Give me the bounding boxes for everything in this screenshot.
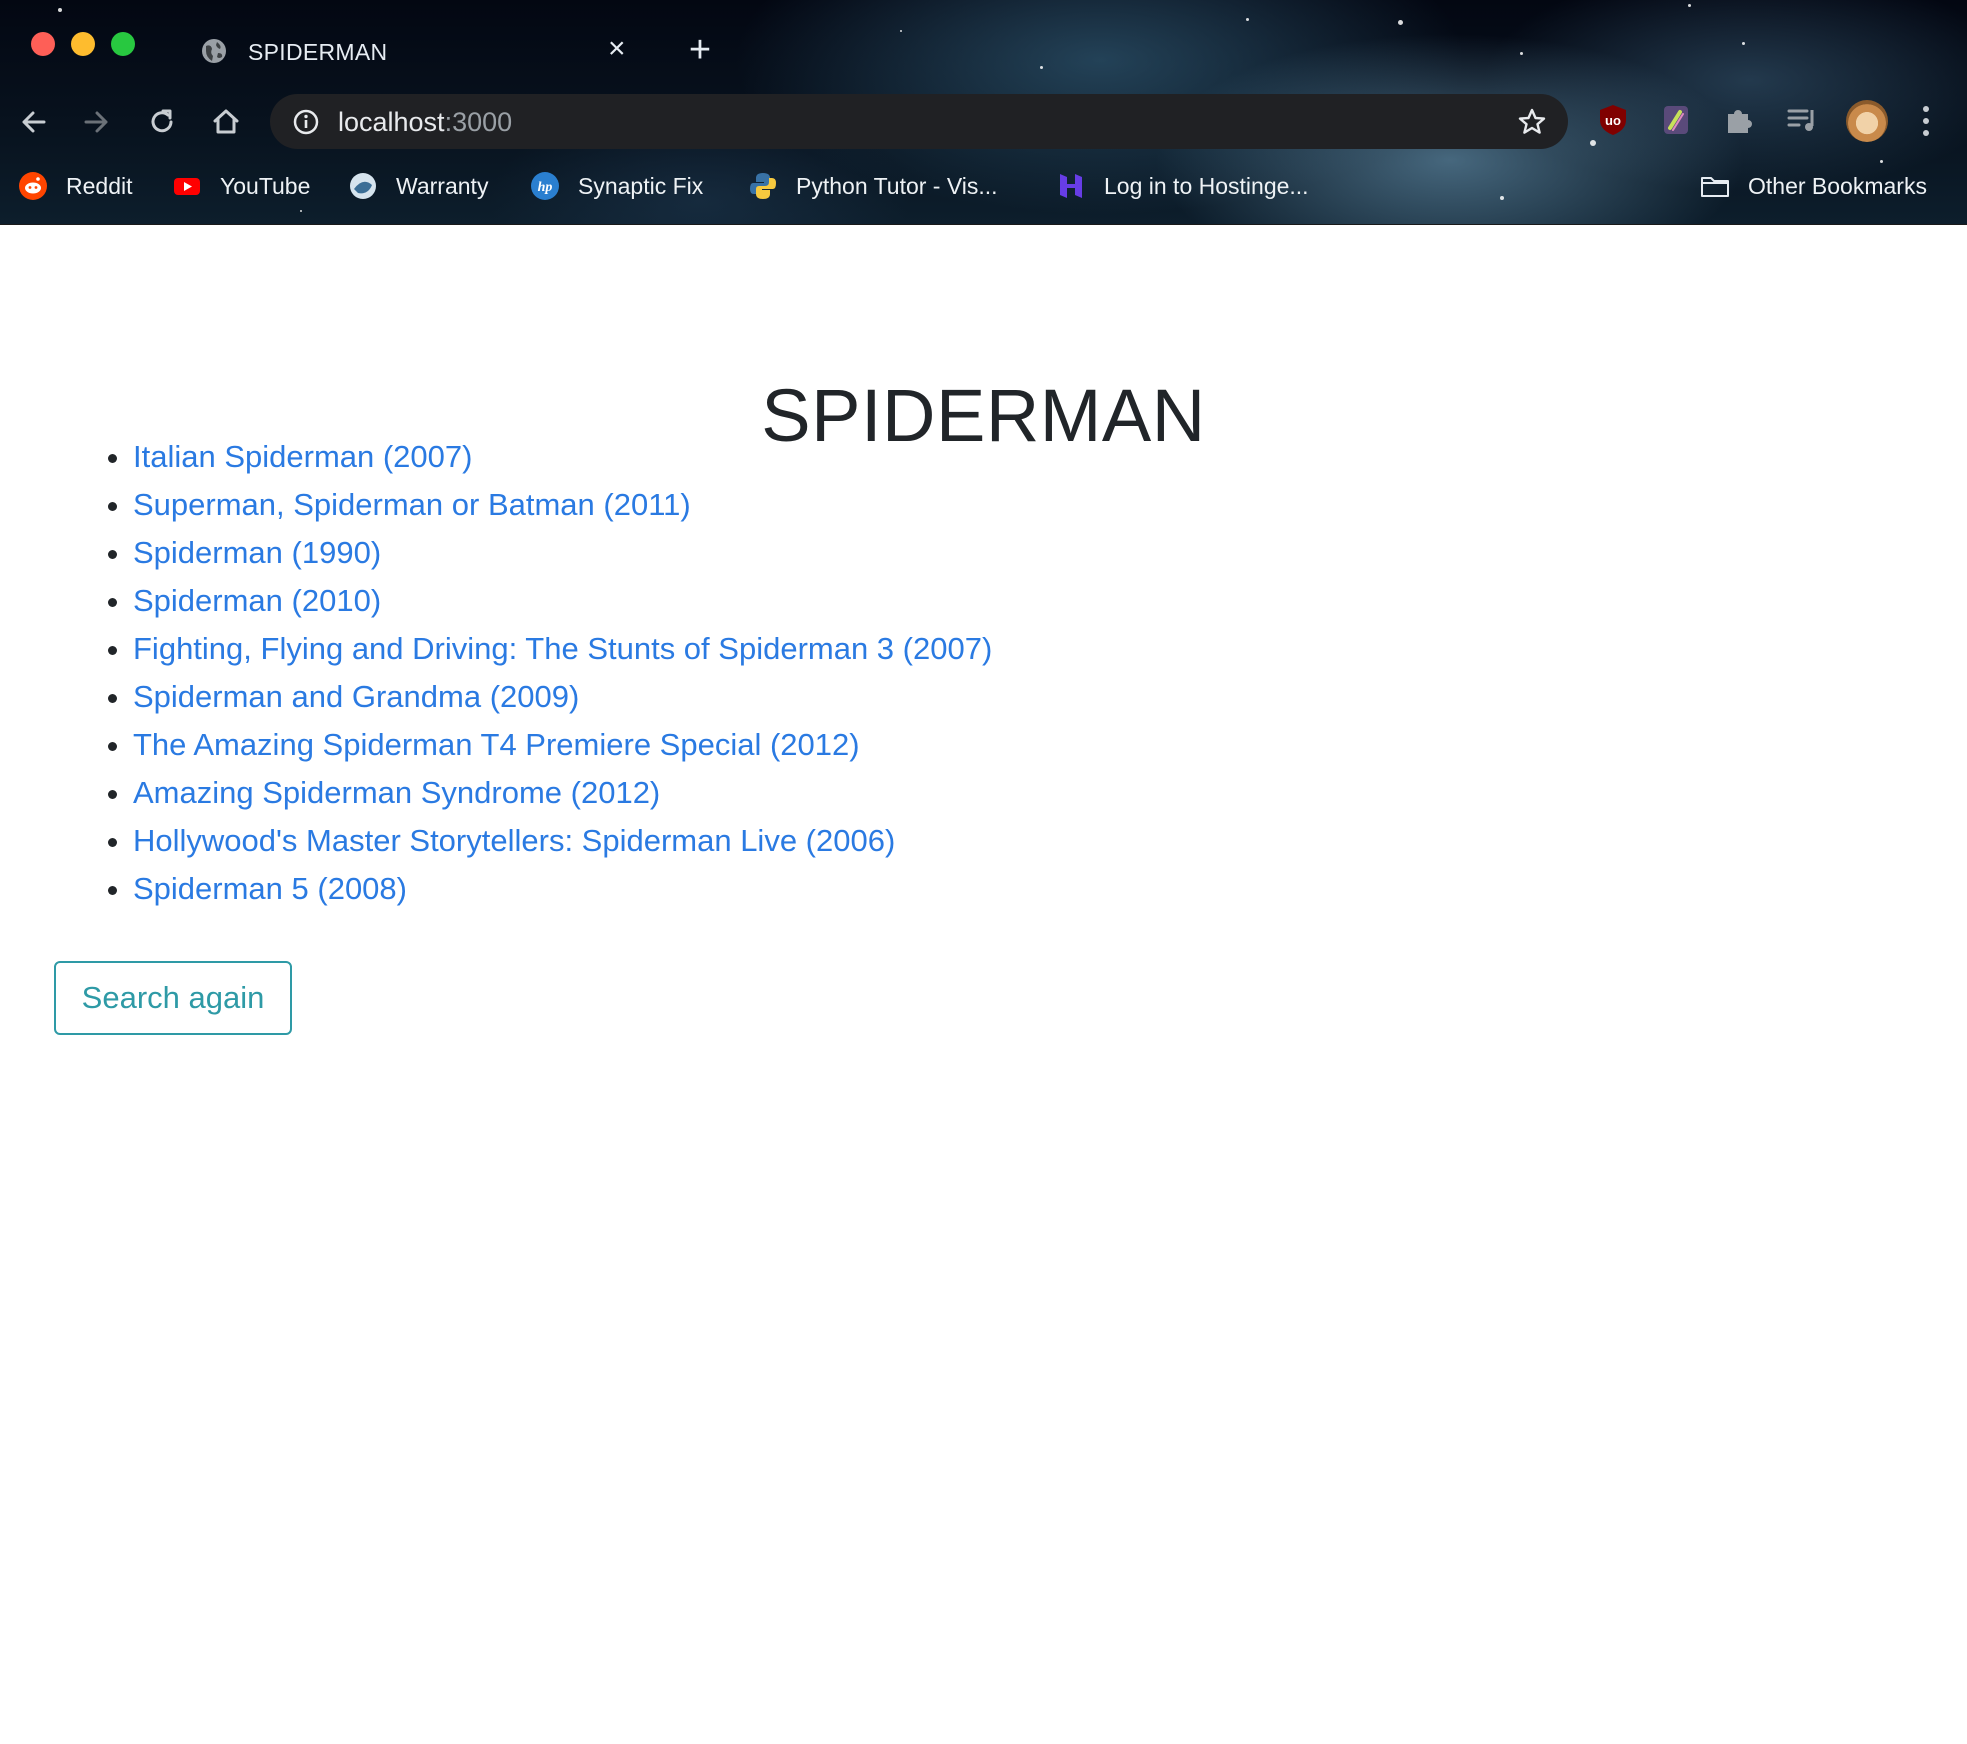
- bookmark-star-icon[interactable]: [1516, 106, 1548, 138]
- url-port: :3000: [444, 107, 513, 137]
- python-icon: [750, 173, 776, 199]
- bookmark-hostinger[interactable]: Log in to Hostinge...: [1056, 170, 1309, 202]
- other-bookmarks[interactable]: Other Bookmarks: [1700, 170, 1927, 202]
- tab-spiderman[interactable]: SPIDERMAN ×: [178, 20, 656, 82]
- address-bar[interactable]: localhost:3000: [270, 94, 1568, 149]
- list-item: Spiderman and Grandma (2009): [133, 673, 992, 721]
- star-decoration: [1246, 18, 1249, 21]
- globe-icon: [202, 39, 226, 63]
- browser-chrome: SPIDERMAN × + localhost:3000 uo Reddit Y…: [0, 0, 1967, 225]
- bookmark-synaptic-fix[interactable]: hp Synaptic Fix: [530, 170, 703, 202]
- window-close-button[interactable]: [31, 32, 55, 56]
- tab-close-icon[interactable]: ×: [608, 34, 626, 64]
- new-tab-button[interactable]: +: [680, 30, 720, 70]
- bookmark-youtube[interactable]: YouTube: [172, 170, 310, 202]
- bookmark-label: Python Tutor - Vis...: [796, 172, 998, 199]
- extension-gradient-icon[interactable]: [1658, 102, 1694, 138]
- bookmark-warranty[interactable]: Warranty: [348, 170, 488, 202]
- list-item: Hollywood's Master Storytellers: Spiderm…: [133, 817, 992, 865]
- folder-icon: [1701, 177, 1729, 197]
- star-decoration: [1520, 52, 1523, 55]
- url-text[interactable]: localhost:3000: [338, 107, 512, 138]
- result-link[interactable]: Spiderman 5 (2008): [133, 871, 407, 906]
- result-link[interactable]: Superman, Spiderman or Batman (2011): [133, 487, 691, 522]
- tab-title: SPIDERMAN: [248, 39, 388, 65]
- reddit-icon: [19, 172, 47, 200]
- ublock-origin-icon[interactable]: uo: [1595, 102, 1631, 138]
- result-link[interactable]: Fighting, Flying and Driving: The Stunts…: [133, 631, 992, 666]
- list-item: Spiderman (2010): [133, 577, 992, 625]
- forward-arrow-icon[interactable]: [76, 102, 116, 142]
- extensions-puzzle-icon[interactable]: [1721, 102, 1757, 138]
- star-decoration: [1040, 66, 1043, 69]
- result-link[interactable]: Italian Spiderman (2007): [133, 439, 472, 474]
- star-decoration: [1742, 42, 1745, 45]
- media-queue-icon[interactable]: [1784, 102, 1820, 138]
- result-link[interactable]: Spiderman (1990): [133, 535, 381, 570]
- other-bookmarks-label: Other Bookmarks: [1748, 172, 1927, 199]
- list-item: Superman, Spiderman or Batman (2011): [133, 481, 992, 529]
- hp-icon: hp: [531, 172, 559, 200]
- result-link[interactable]: Amazing Spiderman Syndrome (2012): [133, 775, 660, 810]
- star-decoration: [1398, 20, 1403, 25]
- bookmark-label: Reddit: [66, 172, 133, 199]
- bookmark-python-tutor[interactable]: Python Tutor - Vis...: [748, 170, 998, 202]
- results-list: Italian Spiderman (2007) Superman, Spide…: [88, 433, 992, 913]
- search-again-button[interactable]: Search again: [54, 961, 292, 1035]
- star-decoration: [300, 210, 302, 212]
- svg-text:hp: hp: [538, 180, 553, 195]
- profile-avatar[interactable]: [1846, 100, 1888, 142]
- result-link[interactable]: The Amazing Spiderman T4 Premiere Specia…: [133, 727, 860, 762]
- bookmark-label: YouTube: [220, 172, 311, 199]
- menu-kebab-icon[interactable]: [1922, 104, 1930, 138]
- hostinger-icon: [1060, 174, 1082, 198]
- result-link[interactable]: Hollywood's Master Storytellers: Spiderm…: [133, 823, 895, 858]
- home-icon[interactable]: [206, 102, 246, 142]
- list-item: Amazing Spiderman Syndrome (2012): [133, 769, 992, 817]
- reload-icon[interactable]: [142, 102, 182, 142]
- bookmarks-bar: Reddit YouTube Warranty hp Synaptic Fix: [0, 162, 1967, 208]
- warranty-icon: [350, 173, 376, 199]
- back-arrow-icon[interactable]: [14, 102, 54, 142]
- svg-text:uo: uo: [1605, 113, 1621, 128]
- result-link[interactable]: Spiderman and Grandma (2009): [133, 679, 579, 714]
- bookmark-label: Warranty: [396, 172, 489, 199]
- bookmark-label: Log in to Hostinge...: [1104, 172, 1309, 199]
- list-item: Spiderman 5 (2008): [133, 865, 992, 913]
- site-info-icon[interactable]: [292, 108, 320, 136]
- bookmark-reddit[interactable]: Reddit: [18, 170, 132, 202]
- youtube-icon: [174, 178, 200, 195]
- list-item: Fighting, Flying and Driving: The Stunts…: [133, 625, 992, 673]
- list-item: Spiderman (1990): [133, 529, 992, 577]
- star-decoration: [58, 8, 62, 12]
- page-content: SPIDERMAN Italian Spiderman (2007) Super…: [0, 225, 1967, 1744]
- list-item: Italian Spiderman (2007): [133, 433, 992, 481]
- star-decoration: [1590, 140, 1596, 146]
- list-item: The Amazing Spiderman T4 Premiere Specia…: [133, 721, 992, 769]
- window-zoom-button[interactable]: [111, 32, 135, 56]
- bookmark-label: Synaptic Fix: [578, 172, 704, 199]
- star-decoration: [1688, 4, 1691, 7]
- star-decoration: [900, 30, 902, 32]
- url-host: localhost: [338, 107, 445, 137]
- window-minimize-button[interactable]: [71, 32, 95, 56]
- result-link[interactable]: Spiderman (2010): [133, 583, 381, 618]
